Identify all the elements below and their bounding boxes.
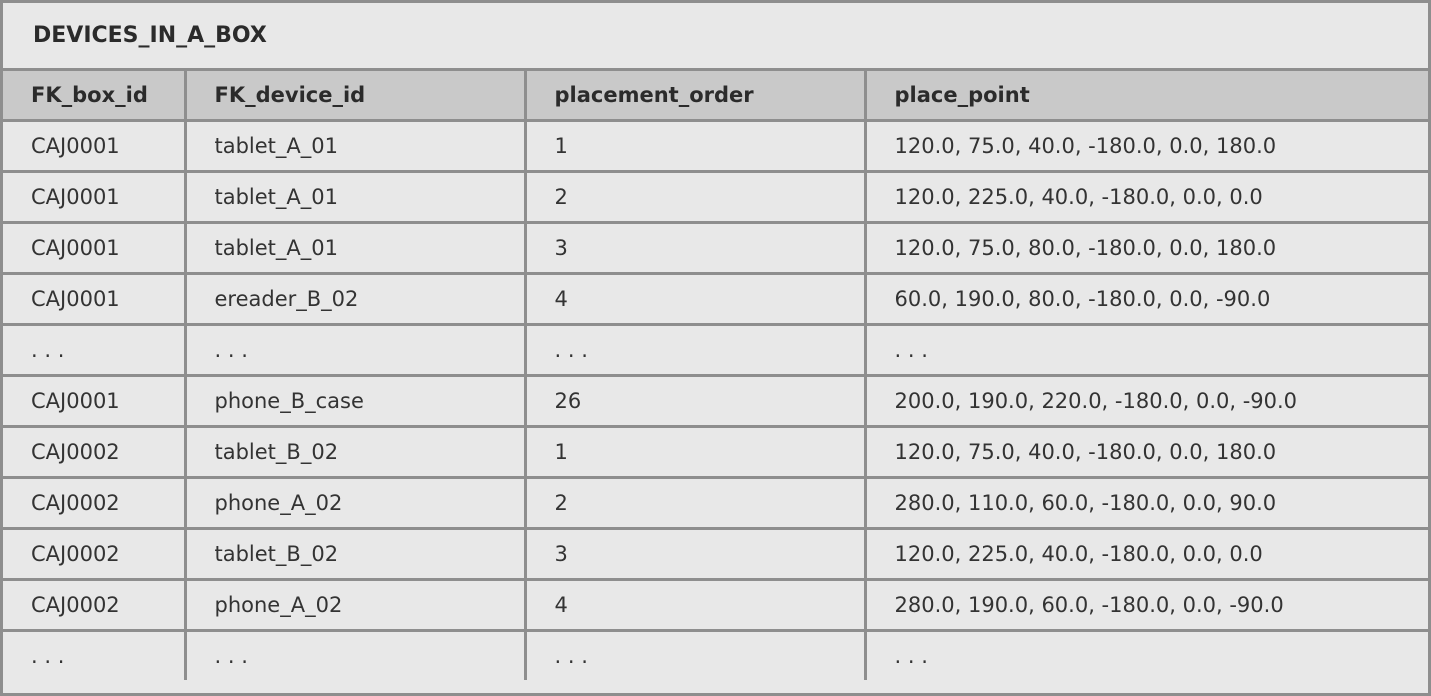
- cell-fk-box-id: CAJ0002: [3, 579, 187, 632]
- cell-fk-device-id: phone_B_case: [185, 375, 527, 428]
- cell-fk-device-id: tablet_A_01: [185, 222, 527, 275]
- cell-fk-device-id: phone_A_02: [185, 579, 527, 632]
- cell-fk-device-id: tablet_B_02: [185, 528, 527, 581]
- cell-place-point: 120.0, 225.0, 40.0, -180.0, 0.0, 0.0: [865, 528, 1428, 581]
- cell-fk-device-id: tablet_A_01: [185, 120, 527, 173]
- cell-fk-box-id: . . .: [3, 630, 187, 680]
- cell-placement-order: . . .: [525, 630, 867, 680]
- table-row: CAJ0002 phone_A_02 2 280.0, 110.0, 60.0, -1…: [3, 477, 1428, 530]
- cell-placement-order: 3: [525, 222, 867, 275]
- cell-place-point: 200.0, 190.0, 220.0, -180.0, 0.0, -90.0: [865, 375, 1428, 428]
- column-header-place-point: place_point: [865, 71, 1428, 122]
- table-row: CAJ0001 tablet_A_01 2 120.0, 225.0, 40.0, -…: [3, 171, 1428, 224]
- cell-fk-box-id: CAJ0002: [3, 426, 187, 479]
- cell-fk-box-id: CAJ0001: [3, 222, 187, 275]
- cell-placement-order: 2: [525, 477, 867, 530]
- cell-placement-order: 4: [525, 273, 867, 326]
- cell-placement-order: . . .: [525, 324, 867, 377]
- cell-fk-device-id: ereader_B_02: [185, 273, 527, 326]
- cell-fk-box-id: CAJ0002: [3, 528, 187, 581]
- header-row: FK_box_id FK_device_id placement_order p…: [3, 71, 1428, 122]
- cell-fk-box-id: CAJ0001: [3, 375, 187, 428]
- table-row: CAJ0002 phone_A_02 4 280.0, 190.0, 60.0, -1…: [3, 579, 1428, 632]
- cell-fk-device-id: tablet_B_02: [185, 426, 527, 479]
- cell-fk-device-id: phone_A_02: [185, 477, 527, 530]
- devices-table: FK_box_id FK_device_id placement_order p…: [3, 71, 1428, 680]
- table-body: CAJ0001 tablet_A_01 1 120.0, 75.0, 40.0, -1…: [3, 120, 1428, 680]
- table-row: . . .. . .. . .. . .: [3, 324, 1428, 377]
- cell-place-point: 60.0, 190.0, 80.0, -180.0, 0.0, -90.0: [865, 273, 1428, 326]
- table-frame: DEVICES_IN_A_BOX FK_box_id FK_device_id …: [0, 0, 1431, 696]
- cell-fk-device-id: tablet_A_01: [185, 171, 527, 224]
- cell-place-point: 280.0, 190.0, 60.0, -180.0, 0.0, -90.0: [865, 579, 1428, 632]
- cell-fk-box-id: . . .: [3, 324, 187, 377]
- cell-placement-order: 1: [525, 120, 867, 173]
- column-header-fk-box-id: FK_box_id: [3, 71, 187, 122]
- table-row: . . .. . .. . .. . .: [3, 630, 1428, 680]
- cell-place-point: 280.0, 110.0, 60.0, -180.0, 0.0, 90.0: [865, 477, 1428, 530]
- cell-place-point: 120.0, 75.0, 40.0, -180.0, 0.0, 180.0: [865, 426, 1428, 479]
- table-row: CAJ0001 phone_B_case 26 200.0, 190.0, 220.0…: [3, 375, 1428, 428]
- cell-fk-device-id: . . .: [185, 630, 527, 680]
- cell-place-point: 120.0, 75.0, 80.0, -180.0, 0.0, 180.0: [865, 222, 1428, 275]
- cell-fk-device-id: . . .: [185, 324, 527, 377]
- cell-placement-order: 2: [525, 171, 867, 224]
- cell-placement-order: 1: [525, 426, 867, 479]
- cell-placement-order: 3: [525, 528, 867, 581]
- table-row: CAJ0001 tablet_A_01 1 120.0, 75.0, 40.0, -1…: [3, 120, 1428, 173]
- cell-fk-box-id: CAJ0001: [3, 120, 187, 173]
- table-row: CAJ0001 ereader_B_02 4 60.0, 190.0, 80.0, -…: [3, 273, 1428, 326]
- cell-placement-order: 4: [525, 579, 867, 632]
- table-row: CAJ0002 tablet_B_02 1 120.0, 75.0, 40.0, -1…: [3, 426, 1428, 479]
- table-title: DEVICES_IN_A_BOX: [3, 3, 1428, 71]
- cell-fk-box-id: CAJ0001: [3, 273, 187, 326]
- cell-fk-box-id: CAJ0001: [3, 171, 187, 224]
- table-row: CAJ0002 tablet_B_02 3 120.0, 225.0, 40.0, -…: [3, 528, 1428, 581]
- cell-place-point: . . .: [865, 324, 1428, 377]
- column-header-fk-device-id: FK_device_id: [185, 71, 527, 122]
- cell-place-point: . . .: [865, 630, 1428, 680]
- column-header-placement-order: placement_order: [525, 71, 867, 122]
- cell-place-point: 120.0, 75.0, 40.0, -180.0, 0.0, 180.0: [865, 120, 1428, 173]
- cell-place-point: 120.0, 225.0, 40.0, -180.0, 0.0, 0.0: [865, 171, 1428, 224]
- cell-placement-order: 26: [525, 375, 867, 428]
- table-row: CAJ0001 tablet_A_01 3 120.0, 75.0, 80.0, -1…: [3, 222, 1428, 275]
- cell-fk-box-id: CAJ0002: [3, 477, 187, 530]
